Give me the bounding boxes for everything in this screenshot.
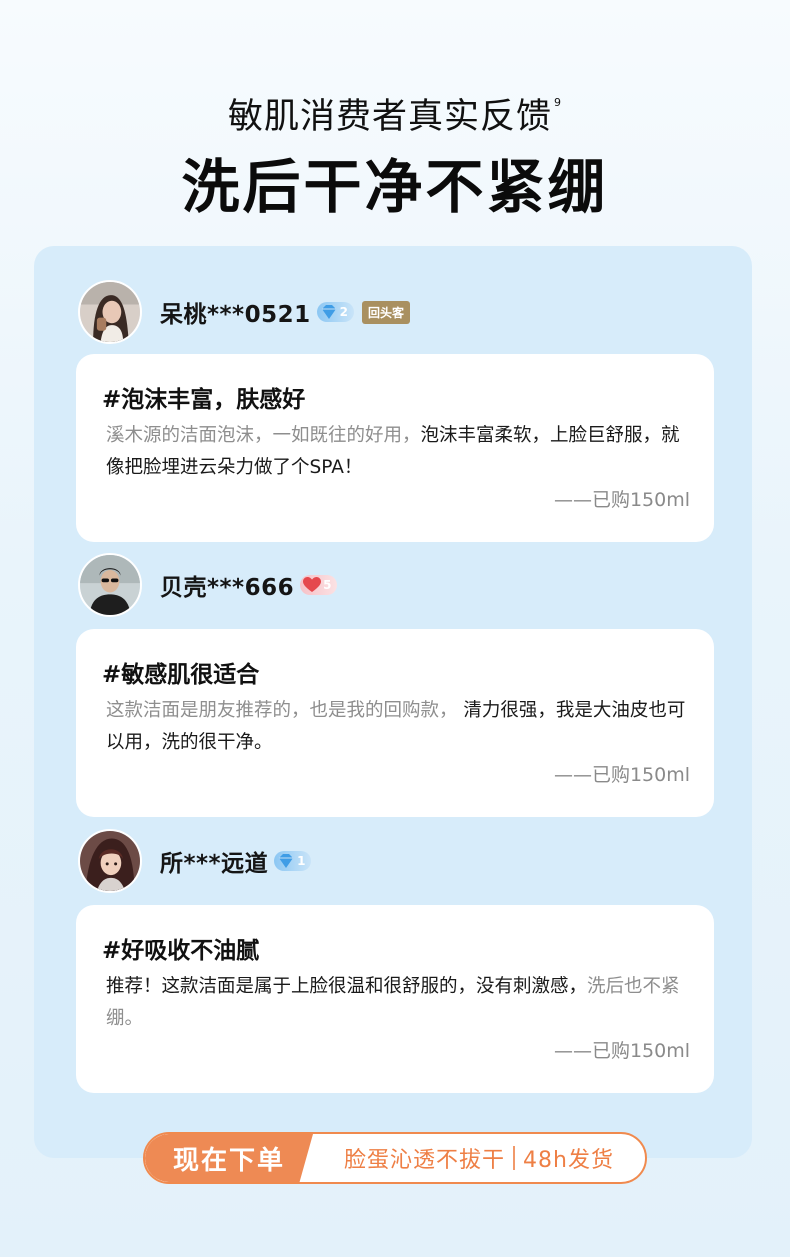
avatar[interactable] <box>78 553 142 617</box>
promo-claim: 脸蛋沁透不拔干 <box>344 1148 506 1173</box>
review-text-highlight: 推荐！这款洁面是属于上脸很温和很舒服的，没有刺激感， <box>106 976 588 997</box>
hero-subtitle-text: 敏肌消费者真实反馈 <box>227 97 552 137</box>
returning-customer-badge: 回头客 <box>361 300 410 324</box>
order-banner[interactable]: 现在下单 脸蛋沁透不拔干 48h发货 <box>143 1132 647 1184</box>
reviewer-name: 呆桃***0521 <box>160 302 311 328</box>
reviewer-header: 呆桃***0521 2 回头客 <box>78 280 410 344</box>
purchase-info: ——已购150ml <box>553 764 690 786</box>
level-number: 2 <box>339 305 348 319</box>
page-title: 洗后干净不紧绷 <box>181 153 609 221</box>
level-badge: 2 <box>316 302 354 322</box>
review-topic: #泡沫丰富，肤感好 <box>102 387 306 413</box>
shipping-info: 48h发货 <box>523 1148 614 1173</box>
divider <box>513 1146 516 1170</box>
hero-subtitle: 敏肌消费者真实反馈 9 <box>0 88 790 139</box>
review-topic: #好吸收不油腻 <box>102 938 260 964</box>
level-badge: 1 <box>274 851 312 871</box>
reviewer-header: 贝壳***666 5 <box>78 553 338 617</box>
review-text-muted: 溪木源的洁面泡沫，一如既往的好用， <box>106 425 421 446</box>
reviewer-header: 所***远道 1 <box>78 829 312 893</box>
review-body: 推荐！这款洁面是属于上脸很温和很舒服的，没有刺激感，洗后也不紧绷。 <box>106 971 696 1035</box>
purchase-info: ——已购150ml <box>553 1040 690 1062</box>
review-body: 这款洁面是朋友推荐的，也是我的回购款， 清力很强，我是大油皮也可以用，洗的很干净… <box>106 695 696 759</box>
level-number: 1 <box>297 854 306 868</box>
level-badge: 5 <box>300 575 338 595</box>
review-text-muted: 这款洁面是朋友推荐的，也是我的回购款， <box>106 700 464 721</box>
diamond-icon <box>279 854 294 868</box>
order-now-button[interactable]: 现在下单 <box>145 1134 313 1182</box>
footnote-marker: 9 <box>554 96 562 109</box>
purchase-info: ——已购150ml <box>553 489 690 511</box>
heart-icon <box>303 577 322 592</box>
reviewer-name: 所***远道 <box>160 851 269 877</box>
diamond-icon <box>321 305 336 319</box>
level-number: 5 <box>323 578 332 592</box>
review-card: #好吸收不油腻 推荐！这款洁面是属于上脸很温和很舒服的，没有刺激感，洗后也不紧绷… <box>76 905 714 1093</box>
avatar[interactable] <box>78 280 142 344</box>
reviewer-name: 贝壳***666 <box>160 575 295 601</box>
promo-text: 脸蛋沁透不拔干 48h发货 <box>313 1142 645 1174</box>
review-card: #敏感肌很适合 这款洁面是朋友推荐的，也是我的回购款， 清力很强，我是大油皮也可… <box>76 629 714 817</box>
review-card: #泡沫丰富，肤感好 溪木源的洁面泡沫，一如既往的好用，泡沫丰富柔软，上脸巨舒服，… <box>76 354 714 542</box>
review-body: 溪木源的洁面泡沫，一如既往的好用，泡沫丰富柔软，上脸巨舒服，就像把脸埋进云朵力做… <box>106 420 696 484</box>
avatar[interactable] <box>78 829 142 893</box>
review-topic: #敏感肌很适合 <box>102 662 260 688</box>
